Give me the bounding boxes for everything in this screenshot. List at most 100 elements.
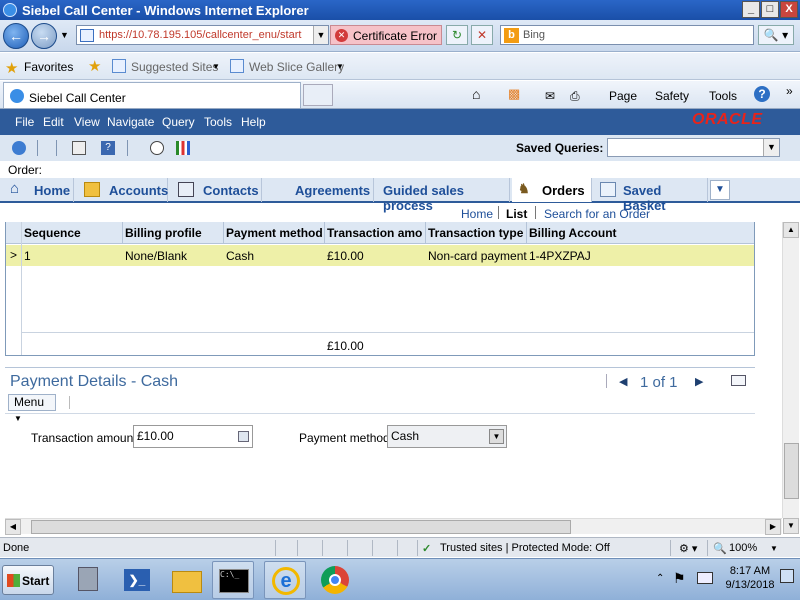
help-icon[interactable]: ? [754, 86, 770, 102]
powershell-icon[interactable]: ❯_ [116, 561, 158, 599]
previous-record-icon[interactable]: ◀ [619, 375, 627, 388]
network-icon[interactable] [697, 572, 713, 584]
rss-icon[interactable]: ▩ [508, 86, 520, 102]
add-favorite-icon[interactable]: ★ [88, 57, 101, 75]
clock-icon[interactable] [150, 141, 164, 155]
form-menu-button[interactable]: Menu ▼ [8, 394, 56, 423]
calculator-icon[interactable] [238, 431, 249, 442]
system-clock[interactable]: 8:17 AM 9/13/2018 [724, 564, 776, 592]
view-link-list[interactable]: List [506, 207, 527, 221]
scroll-left-icon[interactable]: ◀ [5, 519, 21, 535]
web-slice-gallery-link[interactable]: Web Slice Gallery [249, 60, 344, 74]
column-header-payment-method[interactable]: Payment method [226, 226, 322, 240]
column-header-billing-account[interactable]: Billing Account [529, 226, 729, 240]
menu-query[interactable]: Query [162, 115, 195, 129]
chrome-icon[interactable] [314, 561, 356, 599]
browser-tab[interactable]: Siebel Call Center [3, 82, 301, 108]
close-button[interactable]: X [780, 1, 798, 18]
show-desktop-icon[interactable] [780, 569, 794, 583]
safety-menu[interactable]: Safety [655, 89, 689, 103]
tools-menu[interactable]: Tools [709, 89, 737, 103]
certificate-error-button[interactable]: ✕ Certificate Error [330, 25, 442, 45]
forward-button[interactable]: → [31, 23, 57, 49]
horizontal-scroll-thumb[interactable] [31, 520, 571, 534]
scroll-up-icon[interactable]: ▲ [783, 222, 799, 238]
menu-edit[interactable]: Edit [43, 115, 64, 129]
chevron-down-icon[interactable]: ▼ [212, 62, 220, 71]
scroll-right-icon[interactable]: ▶ [765, 519, 781, 535]
cell-billing-account[interactable]: 1-4PXZPAJ [529, 249, 591, 263]
cell-transaction-amount[interactable]: £10.00 [327, 249, 364, 263]
tab-orders[interactable]: ♞ Orders [512, 178, 592, 202]
home-icon[interactable]: ⌂ [472, 86, 480, 102]
tab-label: Home [34, 183, 71, 198]
view-link-search[interactable]: Search for an Order [544, 207, 650, 221]
suggested-sites-link[interactable]: Suggested Sites [131, 60, 218, 74]
chevron-down-icon[interactable]: ▼ [489, 429, 504, 444]
tab-guided-sales-process[interactable]: Guided sales process [376, 178, 510, 213]
search-button[interactable]: 🔍 ▾ [758, 25, 794, 45]
action-center-flag-icon[interactable]: ⚑ [673, 570, 686, 587]
recent-pages-dropdown-icon[interactable]: ▼ [60, 30, 69, 40]
menu-tools[interactable]: Tools [204, 115, 232, 129]
tab-agreements[interactable]: Agreements [266, 178, 374, 202]
next-record-icon[interactable]: ▶ [695, 375, 703, 388]
column-header-billing-profile[interactable]: Billing profile [125, 226, 221, 240]
mail-icon[interactable]: ✉ [545, 89, 555, 103]
minimize-button[interactable]: _ [742, 1, 760, 18]
refresh-button[interactable]: ↻ [446, 25, 468, 45]
table-row[interactable]: > 1 None/Blank Cash £10.00 Non-card paym… [6, 245, 754, 266]
start-button[interactable]: Start [2, 565, 54, 595]
tab-home[interactable]: ⌂ Home [4, 178, 74, 202]
internet-explorer-icon[interactable]: e [264, 561, 306, 599]
tab-contacts[interactable]: Contacts [172, 178, 262, 202]
page-menu[interactable]: Page [609, 89, 637, 103]
protected-mode-icon[interactable]: ⚙ ▾ [679, 542, 697, 555]
cell-transaction-type[interactable]: Non-card payment [428, 249, 527, 263]
url-dropdown-button[interactable]: ▼ [313, 26, 328, 44]
menu-view[interactable]: View [74, 115, 100, 129]
payment-method-select[interactable]: Cash ▼ [387, 425, 507, 448]
toggle-layout-icon[interactable] [731, 375, 746, 386]
vertical-scroll-thumb[interactable] [784, 443, 799, 499]
stop-button[interactable]: ✕ [471, 25, 493, 45]
command-prompt-icon[interactable]: C:\_ [212, 561, 254, 599]
more-commands-icon[interactable]: » [786, 84, 793, 98]
column-header-transaction-amount[interactable]: Transaction amount [327, 226, 423, 240]
menu-help[interactable]: Help [241, 115, 266, 129]
cell-payment-method[interactable]: Cash [226, 249, 254, 263]
favorites-button[interactable]: Favorites [24, 60, 73, 74]
chevron-down-icon[interactable]: ▼ [336, 62, 344, 71]
search-input[interactable]: b Bing [500, 25, 754, 45]
vertical-scrollbar[interactable]: ▲ ▼ [782, 222, 799, 534]
horizontal-scrollbar[interactable]: ◀ ▶ [5, 518, 782, 535]
show-hidden-icons-icon[interactable]: ⌃ [656, 573, 664, 584]
tab-saved-basket[interactable]: Saved Basket [594, 178, 708, 213]
server-manager-icon[interactable] [68, 561, 110, 599]
column-header-transaction-type[interactable]: Transaction type [428, 226, 524, 240]
scroll-down-icon[interactable]: ▼ [783, 518, 799, 534]
saved-queries-select[interactable]: ▼ [607, 138, 780, 157]
more-tabs-chevron-icon[interactable]: ▼ [710, 180, 730, 200]
zoom-dropdown-icon[interactable]: ▼ [770, 544, 778, 553]
view-link-home[interactable]: Home [461, 207, 493, 221]
new-tab-button[interactable] [303, 84, 333, 106]
print-icon[interactable]: ⎙ [570, 89, 580, 104]
transaction-amount-field[interactable]: £10.00 [133, 425, 253, 448]
chart-icon[interactable] [176, 141, 190, 155]
url-input[interactable]: https://10.78.195.105/callcenter_enu/sta… [76, 25, 329, 45]
zoom-level[interactable]: 100% [729, 542, 757, 554]
tab-accounts[interactable]: Accounts [78, 178, 168, 202]
cell-billing-profile[interactable]: None/Blank [125, 249, 187, 263]
back-button[interactable]: ← [3, 23, 29, 49]
file-explorer-icon[interactable] [166, 561, 208, 599]
menu-navigate[interactable]: Navigate [107, 115, 154, 129]
chevron-down-icon[interactable]: ▼ [763, 139, 779, 156]
find-icon[interactable] [72, 141, 86, 155]
cell-sequence[interactable]: 1 [24, 249, 31, 263]
column-header-sequence[interactable]: Sequence [24, 226, 120, 240]
menu-file[interactable]: File [15, 115, 34, 129]
globe-icon[interactable] [12, 141, 26, 155]
help-book-icon[interactable]: ? [101, 141, 115, 155]
maximize-button[interactable]: □ [761, 1, 779, 18]
